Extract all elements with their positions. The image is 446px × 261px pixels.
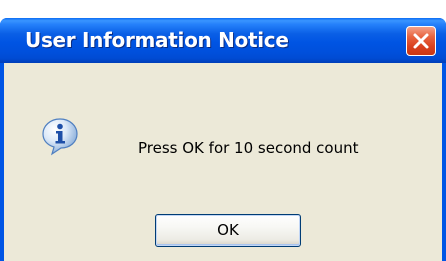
title-bar[interactable]: User Information Notice	[0, 18, 446, 63]
close-button[interactable]	[406, 26, 436, 56]
dialog-message: Press OK for 10 second count	[138, 139, 359, 157]
screen: User Information Notice Press OK for 10 …	[0, 0, 446, 261]
ok-button[interactable]: OK	[155, 214, 301, 247]
dialog-title: User Information Notice	[25, 28, 289, 52]
close-icon	[413, 33, 429, 49]
dialog-body: Press OK for 10 second count OK	[4, 63, 442, 261]
information-icon	[40, 116, 80, 156]
message-dialog: User Information Notice Press OK for 10 …	[0, 18, 446, 261]
